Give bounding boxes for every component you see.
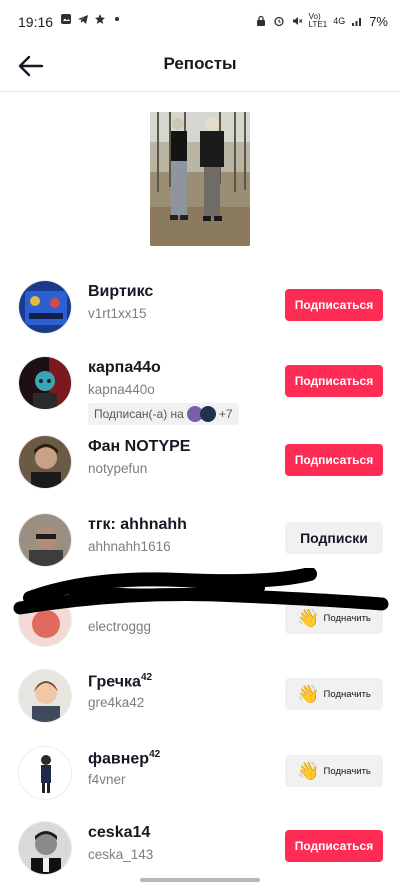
avatar-image [19, 594, 71, 646]
user-handle: gre4ka42 [88, 695, 145, 710]
avatar-image [19, 281, 71, 333]
mutual-more-count: +7 [218, 407, 233, 421]
follow-button[interactable]: Подписаться [285, 444, 383, 476]
system-icons: Vo) LTE1 4G 7% [255, 13, 388, 29]
notification-icons [60, 13, 123, 25]
avatar[interactable] [18, 669, 72, 723]
user-row[interactable]: фавнер42 f4vner 👋 Подначить [0, 743, 400, 805]
star-icon [95, 14, 105, 24]
avatar-image [19, 436, 71, 488]
status-time: 19:16 [18, 14, 54, 30]
user-row[interactable]: ceska14 ceska_143 Подписаться [0, 818, 400, 880]
avatar[interactable] [18, 356, 72, 410]
wave-hand-icon: 👋 [297, 608, 320, 628]
mutual-label: Подписан(-а) на [94, 407, 184, 421]
user-row[interactable]: тгк: ahhnahh ahhnahh1616 Подписки [0, 510, 400, 572]
avatar[interactable] [18, 513, 72, 567]
network-gen: 4G [333, 16, 346, 26]
username: Виртикс [88, 283, 154, 300]
user-handle: notypefun [88, 461, 148, 476]
nudge-button[interactable]: 👋 Подначить [285, 678, 383, 710]
follow-button[interactable]: Подписаться [285, 289, 383, 321]
user-handle: electroggg [88, 619, 152, 634]
username: ceska14 [88, 824, 151, 841]
user-handle: f4vner [88, 772, 126, 787]
nudge-label: Подначить [323, 765, 371, 777]
telegram-icon [78, 15, 88, 24]
signal-icon [352, 18, 362, 26]
nudge-button[interactable]: 👋 Подначить [285, 602, 383, 634]
following-button[interactable]: Подписки [285, 522, 383, 554]
nudge-label: Подначить [323, 688, 371, 700]
video-thumbnail[interactable] [150, 112, 250, 246]
mute-icon [292, 17, 303, 25]
avatar-image [19, 514, 71, 566]
mutual-followers-badge[interactable]: Подписан(-а) на +7 [88, 403, 239, 425]
user-handle: kapna440o [88, 382, 155, 397]
avatar-image [19, 357, 71, 409]
mutual-avatar [199, 406, 216, 422]
nudge-label: Подначить [323, 612, 371, 624]
follow-button[interactable]: Подписаться [285, 365, 383, 397]
user-row[interactable]: Виртикс v1rt1xx15 Подписаться [0, 277, 400, 339]
username: Гречка42 [88, 672, 153, 691]
avatar[interactable] [18, 593, 72, 647]
page-title: Репосты [163, 54, 237, 73]
follow-button[interactable]: Подписаться [285, 830, 383, 862]
video-thumbnail-image [150, 112, 250, 246]
avatar[interactable] [18, 435, 72, 489]
battery-percent: 7% [369, 13, 388, 29]
wave-hand-icon: 👋 [297, 684, 320, 704]
avatar-image [19, 747, 71, 799]
user-row[interactable]: карпа44о kapna440o Подписаться Подписан(… [0, 353, 400, 425]
lock-icon [256, 15, 265, 26]
alarm-icon [274, 16, 284, 27]
home-indicator[interactable] [140, 878, 260, 882]
avatar-image [19, 822, 71, 874]
user-row[interactable]: electroggg 👋 Подначить [0, 590, 400, 652]
network-label: Vo) LTE1 [308, 12, 328, 29]
user-row[interactable]: Гречка42 gre4ka42 👋 Подначить [0, 666, 400, 728]
user-row[interactable]: Фан NOTYPE notypefun Подписаться [0, 432, 400, 494]
header: Репосты [0, 40, 400, 92]
username: фавнер42 [88, 749, 161, 768]
avatar[interactable] [18, 280, 72, 334]
username: Фан NOTYPE [88, 438, 191, 455]
avatar[interactable] [18, 821, 72, 875]
status-bar: 19:16 Vo) LTE1 4G 7% [0, 0, 400, 40]
wave-hand-icon: 👋 [297, 761, 320, 781]
user-handle: ahhnahh1616 [88, 539, 171, 554]
user-handle: ceska_143 [88, 847, 154, 862]
avatar[interactable] [18, 746, 72, 800]
username: карпа44о [88, 359, 161, 376]
dot-icon [115, 17, 119, 21]
nudge-button[interactable]: 👋 Подначить [285, 755, 383, 787]
username: тгк: ahhnahh [88, 516, 187, 533]
avatar-image [19, 670, 71, 722]
user-handle: v1rt1xx15 [88, 306, 147, 321]
gallery-icon [61, 14, 71, 24]
